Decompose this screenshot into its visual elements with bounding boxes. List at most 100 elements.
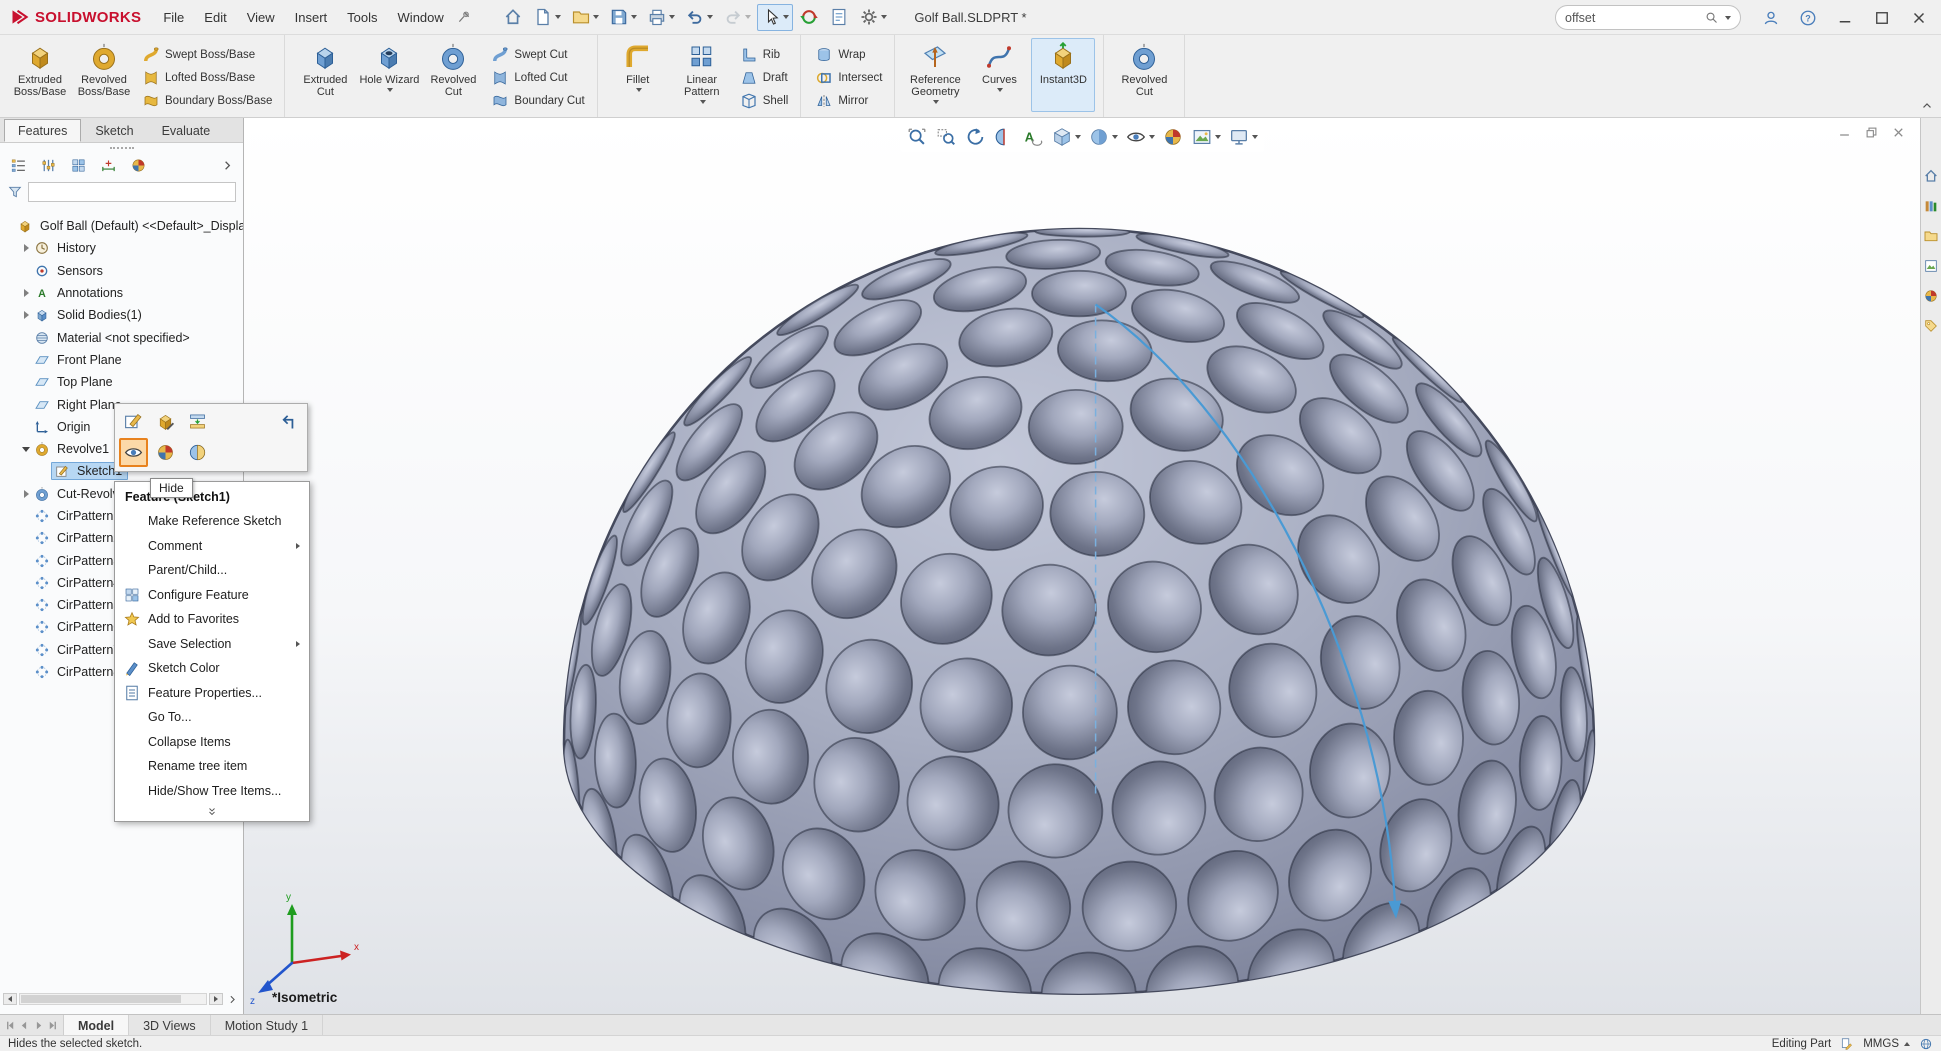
- tree-horizontal-scrollbar[interactable]: [3, 992, 240, 1006]
- ribbon-hole-wizard-button[interactable]: Hole Wizard: [357, 38, 421, 112]
- ribbon-linear-pattern-button[interactable]: Linear Pattern: [670, 38, 734, 112]
- previous-view-button[interactable]: [962, 124, 988, 150]
- zoom-fit-button[interactable]: [904, 124, 930, 150]
- home-button[interactable]: [499, 4, 527, 31]
- print-button[interactable]: [643, 4, 679, 31]
- menu-item-add-to-favorites[interactable]: Add to Favorites: [115, 607, 309, 632]
- propertymanager-icon[interactable]: [40, 157, 57, 174]
- tree-filter-input[interactable]: [28, 182, 236, 202]
- ribbon-boundary-boss-base-button[interactable]: Boundary Boss/Base: [138, 89, 276, 112]
- tree-item-annotations[interactable]: AAnnotations: [0, 282, 243, 304]
- dropdown-caret-icon[interactable]: [631, 15, 637, 19]
- ribbon-extruded-boss-base-button[interactable]: Extruded Boss/Base: [8, 38, 72, 112]
- save-button[interactable]: [605, 4, 641, 31]
- menu-item-rename-tree-item[interactable]: Rename tree item: [115, 754, 309, 779]
- nav-next-icon[interactable]: [32, 1019, 45, 1032]
- menu-item-save-selection[interactable]: Save Selection: [115, 632, 309, 657]
- dimxpertmanager-icon[interactable]: [100, 157, 117, 174]
- menu-item-make-reference-sketch[interactable]: Make Reference Sketch: [115, 509, 309, 534]
- displaymanager-icon[interactable]: [130, 157, 147, 174]
- dropdown-caret-icon[interactable]: [555, 15, 561, 19]
- dropdown-caret-icon[interactable]: [1149, 135, 1155, 139]
- scroll-left-button[interactable]: [3, 993, 17, 1005]
- rollback-button[interactable]: [183, 407, 212, 436]
- featuremanager-tree-icon[interactable]: [10, 157, 27, 174]
- ribbon-lofted-boss-base-button[interactable]: Lofted Boss/Base: [138, 66, 276, 89]
- select-cursor-button[interactable]: [757, 4, 793, 31]
- ribbon-boundary-cut-button[interactable]: Boundary Cut: [487, 89, 588, 112]
- appearance-button[interactable]: [151, 438, 180, 467]
- ribbon-shell-button[interactable]: Shell: [736, 89, 793, 112]
- dropdown-caret-icon[interactable]: [1075, 135, 1081, 139]
- design-library-icon[interactable]: [1923, 198, 1939, 214]
- view-orientation-button[interactable]: [1049, 124, 1083, 150]
- search-icon[interactable]: [1704, 10, 1719, 25]
- ribbon-draft-button[interactable]: Draft: [736, 66, 793, 89]
- tree-expand-expanded-icon[interactable]: [21, 444, 34, 454]
- golf-ball-model[interactable]: y x z: [244, 118, 1920, 1014]
- rebuild-button[interactable]: [795, 4, 823, 31]
- menu-view[interactable]: View: [237, 5, 285, 30]
- tree-expand-collapsed-icon[interactable]: [21, 288, 34, 298]
- dropdown-caret-icon[interactable]: [745, 15, 751, 19]
- minimize-button[interactable]: [1826, 3, 1863, 32]
- menu-item-parent-child[interactable]: Parent/Child...: [115, 558, 309, 583]
- section-view-button[interactable]: [991, 124, 1017, 150]
- menu-edit[interactable]: Edit: [194, 5, 236, 30]
- doc-tab-motion-study-1[interactable]: Motion Study 1: [211, 1015, 323, 1035]
- view-settings-button[interactable]: [1226, 124, 1260, 150]
- task-home-icon[interactable]: [1923, 168, 1939, 184]
- web-help-icon[interactable]: [1919, 1037, 1933, 1051]
- close-button[interactable]: [1900, 3, 1937, 32]
- menu-item-feature-properties[interactable]: Feature Properties...: [115, 681, 309, 706]
- file-properties-button[interactable]: [825, 4, 853, 31]
- tree-item-sensors[interactable]: Sensors: [0, 260, 243, 282]
- scroll-right-button[interactable]: [209, 993, 223, 1005]
- ribbon-rib-button[interactable]: Rib: [736, 43, 793, 66]
- dropdown-caret-icon[interactable]: [1252, 135, 1258, 139]
- ribbon-revolved-cut-button[interactable]: Revolved Cut: [1112, 38, 1176, 112]
- menu-item-hide-show-tree-items[interactable]: Hide/Show Tree Items...: [115, 779, 309, 804]
- hide-button[interactable]: [119, 438, 148, 467]
- menu-item-go-to[interactable]: Go To...: [115, 705, 309, 730]
- scrollbar-thumb[interactable]: [21, 995, 181, 1003]
- menu-insert[interactable]: Insert: [285, 5, 338, 30]
- redo-button[interactable]: [719, 4, 755, 31]
- options-gear-button[interactable]: [855, 4, 891, 31]
- custom-properties-icon[interactable]: [1923, 318, 1939, 334]
- nav-first-icon[interactable]: [4, 1019, 17, 1032]
- edit-appearance-button[interactable]: [1160, 124, 1186, 150]
- ribbon-curves-button[interactable]: Curves: [967, 38, 1031, 112]
- dropdown-caret-icon[interactable]: [933, 100, 939, 104]
- dropdown-caret-icon[interactable]: [1112, 135, 1118, 139]
- menu-item-configure-feature[interactable]: Configure Feature: [115, 583, 309, 608]
- menu-item-comment[interactable]: Comment: [115, 534, 309, 559]
- dropdown-caret-icon[interactable]: [783, 15, 789, 19]
- dropdown-caret-icon[interactable]: [593, 15, 599, 19]
- tab-sketch[interactable]: Sketch: [81, 119, 147, 142]
- tree-item-front-plane[interactable]: Front Plane: [0, 349, 243, 371]
- search-caret-icon[interactable]: [1725, 16, 1731, 20]
- menu-tools[interactable]: Tools: [337, 5, 387, 30]
- annotation-view-button[interactable]: A: [1020, 124, 1046, 150]
- tree-item-material-not-specified[interactable]: Material <not specified>: [0, 326, 243, 348]
- ribbon-extruded-cut-button[interactable]: Extruded Cut: [293, 38, 357, 112]
- zoom-area-button[interactable]: [933, 124, 959, 150]
- tree-item-solid-bodies-1[interactable]: Solid Bodies(1): [0, 304, 243, 326]
- apply-scene-button[interactable]: [1189, 124, 1223, 150]
- nav-prev-icon[interactable]: [18, 1019, 31, 1032]
- edit-sketch-button[interactable]: [119, 407, 148, 436]
- ribbon-swept-boss-base-button[interactable]: Swept Boss/Base: [138, 43, 276, 66]
- win-minimize-icon[interactable]: [1837, 125, 1852, 140]
- appearances-icon[interactable]: [1923, 288, 1939, 304]
- reverse-button[interactable]: [274, 407, 303, 436]
- view-palette-icon[interactable]: [1923, 258, 1939, 274]
- ribbon-wrap-button[interactable]: Wrap: [811, 43, 886, 66]
- section-button[interactable]: [183, 438, 212, 467]
- dropdown-caret-icon[interactable]: [881, 15, 887, 19]
- menu-file[interactable]: File: [153, 5, 194, 30]
- ribbon-revolved-boss-base-button[interactable]: Revolved Boss/Base: [72, 38, 136, 112]
- tree-expand-collapsed-icon[interactable]: [21, 310, 34, 320]
- file-explorer-icon[interactable]: [1923, 228, 1939, 244]
- tree-expand-collapsed-icon[interactable]: [21, 243, 34, 253]
